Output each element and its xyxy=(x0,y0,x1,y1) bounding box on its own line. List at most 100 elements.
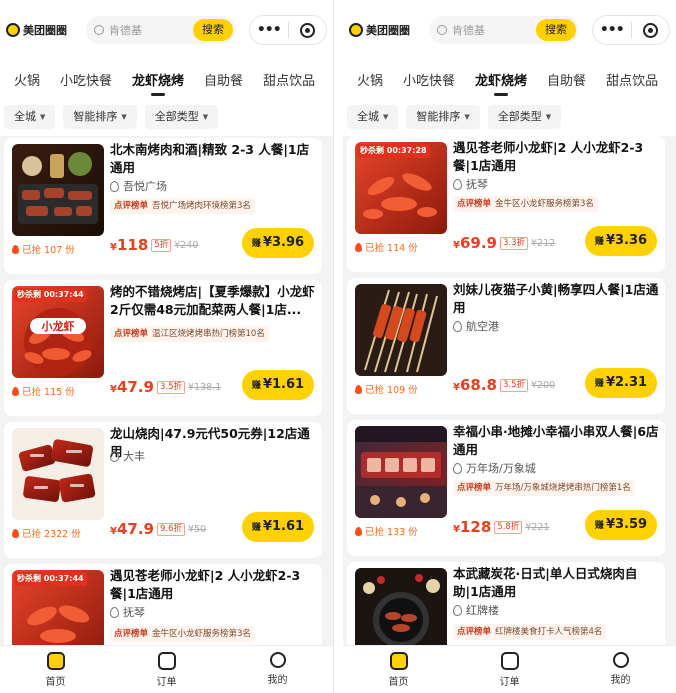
tab-hotpot[interactable]: 火锅 xyxy=(0,70,50,89)
sold-count: 已抢 114 份 xyxy=(355,240,418,254)
nav-home[interactable]: 首页 xyxy=(0,646,111,693)
profile-icon xyxy=(612,652,629,668)
earn-button[interactable]: 赚 ¥1.61 xyxy=(242,370,314,400)
original-price: ¥240 xyxy=(174,239,199,251)
flash-sale-timer: 秒杀剩 00:37:44 xyxy=(14,288,87,302)
deal-card[interactable]: 幸福小串·地摊小幸福小串双人餐|6店通用 万年场/万象城 点评榜单 万年场/万象城… xyxy=(347,420,665,556)
deal-title: 烤的不错烧烤店|【夏季爆款】小龙虾2斤仅需48元加配菜两人餐|1店... xyxy=(110,284,315,317)
app-logo: 美团圈圈 xyxy=(349,22,421,38)
deal-location: 大丰 xyxy=(110,448,145,464)
earn-button[interactable]: 赚 ¥3.36 xyxy=(585,226,657,256)
sold-count: 已抢 109 份 xyxy=(355,382,418,396)
original-price: ¥50 xyxy=(188,523,207,535)
tab-buffet[interactable]: 自助餐 xyxy=(194,70,253,89)
caret-down-icon: ▼ xyxy=(464,113,470,121)
deal-card[interactable]: 北木南烤肉和酒|精致 2-3 人餐|1店通用 吾悦广场 点评榜单 吾悦广场烤肉环境… xyxy=(4,138,322,274)
caret-down-icon: ▼ xyxy=(383,113,389,121)
nav-orders[interactable]: 订单 xyxy=(111,646,222,693)
filter-city[interactable]: 全城 ▼ xyxy=(347,105,399,129)
deal-photo xyxy=(355,284,447,376)
location-pin-icon xyxy=(453,320,462,332)
tab-snacks[interactable]: 小吃快餐 xyxy=(50,70,122,89)
location-pin-icon xyxy=(453,178,462,190)
filter-sort[interactable]: 智能排序 ▼ xyxy=(406,105,480,129)
order-icon xyxy=(157,652,176,670)
nav-profile[interactable]: 我的 xyxy=(565,646,676,693)
rank-badge: 点评榜单 吾悦广场烤肉环境榜第3名 xyxy=(110,198,255,214)
deal-card[interactable]: 龙山烧肉|47.9元代50元券|12店通用 大丰 已抢 2322 份 ¥47.9… xyxy=(4,422,322,558)
deal-photo xyxy=(12,144,104,236)
search-input[interactable]: 肯德基 xyxy=(452,22,536,38)
search-box[interactable]: 肯德基 搜索 xyxy=(86,16,236,44)
discount-badge: 3.5折 xyxy=(499,378,529,392)
left-screen: 美团圈圈 肯德基 搜索 ••• 火锅 小吃快餐 龙虾烧烤 自助餐 甜点饮品 全城… xyxy=(0,0,333,693)
more-dots-icon[interactable]: ••• xyxy=(593,22,631,38)
tab-buffet[interactable]: 自助餐 xyxy=(537,70,596,89)
search-button[interactable]: 搜索 xyxy=(536,19,576,41)
deal-card[interactable]: 刘妹儿夜猫子小黄|畅享四人餐|1店通用 航空港 已抢 109 份 ¥68.8 3.… xyxy=(347,278,665,414)
target-icon[interactable] xyxy=(631,22,669,38)
nav-home[interactable]: 首页 xyxy=(343,646,454,693)
tab-desserts[interactable]: 甜点饮品 xyxy=(596,70,668,89)
filter-type[interactable]: 全部类型 ▼ xyxy=(144,105,219,129)
deal-price: 118 xyxy=(116,236,149,254)
earn-button[interactable]: 赚 ¥3.59 xyxy=(585,510,657,540)
top-bar: 美团圈圈 肯德基 搜索 ••• xyxy=(343,0,676,60)
caret-down-icon: ▼ xyxy=(121,113,127,121)
price-row: ¥47.9 9.6折 ¥50 xyxy=(110,520,207,538)
earn-button[interactable]: 赚 ¥1.61 xyxy=(242,512,314,542)
rank-badge: 点评榜单 金牛区小龙虾服务榜第3名 xyxy=(453,196,598,212)
home-icon xyxy=(46,652,65,670)
flash-sale-timer: 秒杀剩 00:37:28 xyxy=(357,144,430,158)
tab-crayfish-bbq[interactable]: 龙虾烧烤 xyxy=(122,70,194,96)
sold-count: 已抢 133 份 xyxy=(355,524,418,538)
deal-location: 吾悦广场 xyxy=(110,178,167,194)
category-tabs: 火锅 小吃快餐 龙虾烧烤 自助餐 甜点饮品 xyxy=(343,60,676,98)
tab-snacks[interactable]: 小吃快餐 xyxy=(393,70,465,89)
top-bar: 美团圈圈 肯德基 搜索 ••• xyxy=(0,0,333,60)
filter-city[interactable]: 全城 ▼ xyxy=(4,105,56,129)
original-price: ¥212 xyxy=(531,237,556,249)
original-price: ¥138.1 xyxy=(188,381,222,393)
earn-button[interactable]: 赚 ¥2.31 xyxy=(585,368,657,398)
order-icon xyxy=(500,652,519,670)
tab-desserts[interactable]: 甜点饮品 xyxy=(253,70,325,89)
fire-icon xyxy=(12,386,19,396)
deal-photo xyxy=(12,428,104,520)
nav-profile[interactable]: 我的 xyxy=(222,646,333,693)
mini-program-capsule: ••• xyxy=(249,15,327,45)
price-row: ¥69.9 3.3折 ¥212 xyxy=(453,234,556,252)
caret-down-icon: ▼ xyxy=(40,113,46,121)
filter-sort[interactable]: 智能排序 ▼ xyxy=(63,105,137,129)
tab-crayfish-bbq[interactable]: 龙虾烧烤 xyxy=(465,70,537,96)
search-box[interactable]: 肯德基 搜索 xyxy=(429,16,579,44)
deal-photo: 秒杀剩 00:37:28 xyxy=(355,142,447,234)
earn-button[interactable]: 赚 ¥3.96 xyxy=(242,228,314,258)
more-dots-icon[interactable]: ••• xyxy=(250,22,288,38)
nav-orders[interactable]: 订单 xyxy=(454,646,565,693)
location-pin-icon xyxy=(453,604,462,616)
deal-title: 本武藏炭花·日式|单人日式烧肉自助|1店通用 xyxy=(453,566,638,599)
deal-card[interactable]: 秒杀剩 00:37:28 遇见苍老师小龙虾|2 人小龙虾2-3餐|1店通用 抚琴… xyxy=(347,136,665,272)
location-pin-icon xyxy=(110,180,119,192)
flash-sale-timer: 秒杀剩 00:37:44 xyxy=(14,572,87,586)
deal-price: 47.9 xyxy=(116,378,154,396)
home-icon xyxy=(389,652,408,670)
target-icon[interactable] xyxy=(288,22,326,38)
sold-count: 已抢 107 份 xyxy=(12,242,75,256)
filter-type[interactable]: 全部类型 ▼ xyxy=(487,105,562,129)
search-button[interactable]: 搜索 xyxy=(193,19,233,41)
sold-count: 已抢 115 份 xyxy=(12,384,75,398)
logo-icon xyxy=(6,23,20,37)
right-screen: 美团圈圈 肯德基 搜索 ••• 火锅 小吃快餐 龙虾烧烤 自助餐 甜点饮品 全城… xyxy=(343,0,676,693)
fire-icon xyxy=(12,528,19,538)
tab-hotpot[interactable]: 火锅 xyxy=(343,70,393,89)
caret-down-icon: ▼ xyxy=(202,113,209,121)
search-icon xyxy=(437,25,447,35)
fire-icon xyxy=(12,244,19,254)
screen-divider xyxy=(333,0,343,693)
search-input[interactable]: 肯德基 xyxy=(109,22,193,38)
sold-count: 已抢 2322 份 xyxy=(12,526,81,540)
deal-title: 遇见苍老师小龙虾|2 人小龙虾2-3餐|1店通用 xyxy=(110,568,301,601)
deal-card[interactable]: 小龙虾 秒杀剩 00:37:44 烤的不错烧烤店|【夏季爆款】小龙虾2斤仅需48… xyxy=(4,280,322,416)
